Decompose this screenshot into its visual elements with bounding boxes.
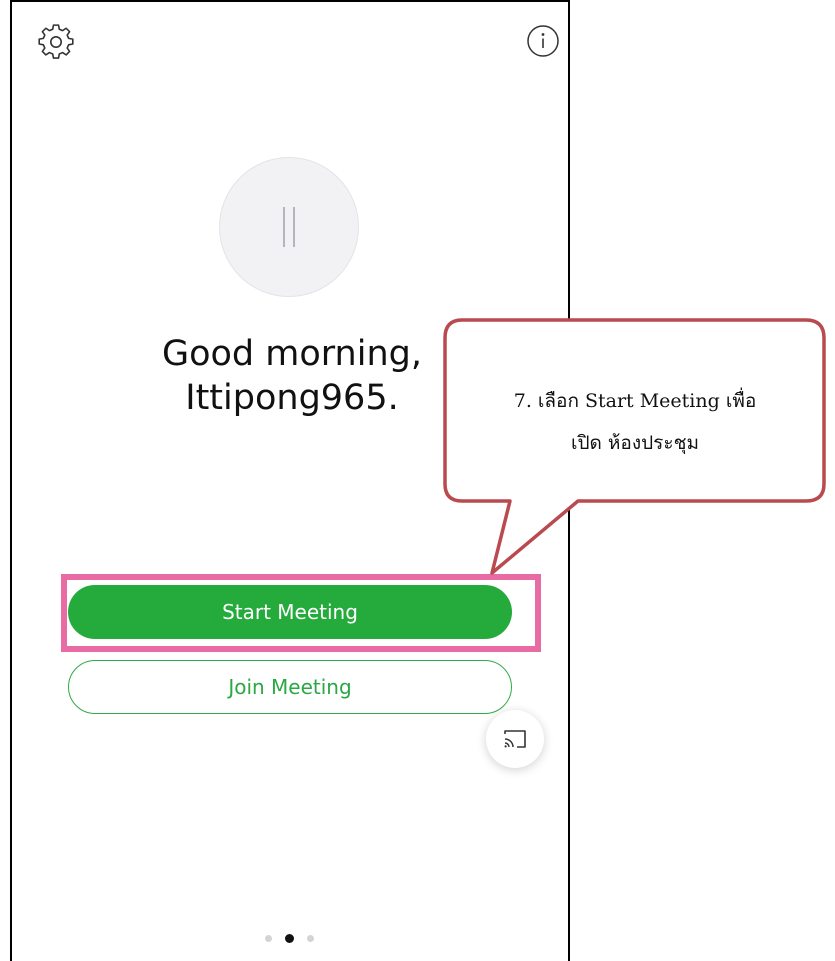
- callout-text-line-2: เปิด ห้องประชุม: [570, 432, 700, 454]
- callout-text-line-1: 7. เลือก Start Meeting เพื่อ: [513, 390, 757, 412]
- callout-bubble: [443, 318, 826, 575]
